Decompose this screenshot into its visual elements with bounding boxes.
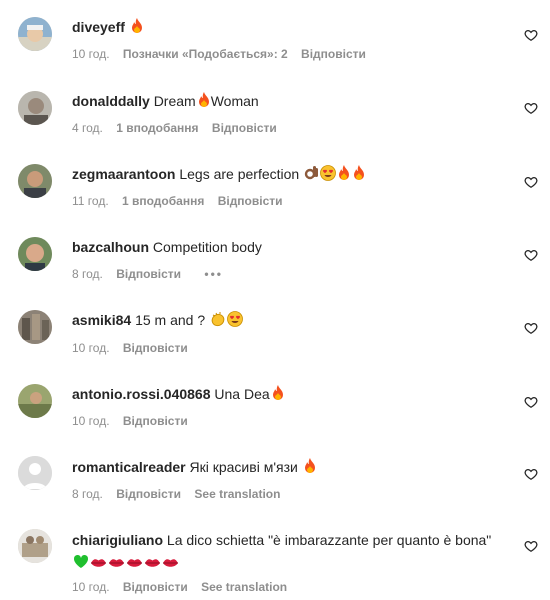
comment-text-line: zegmaarantoon Legs are perfection	[72, 165, 502, 185]
reply-button[interactable]: Відповісти	[212, 121, 277, 135]
comment-text: Una Dea	[214, 386, 270, 402]
heart-eyes-icon	[320, 165, 337, 185]
reply-button[interactable]: Відповісти	[116, 267, 181, 281]
comment-text: Які красиві м'язи	[189, 459, 298, 475]
comment-time: 11 год.	[72, 194, 109, 208]
comment-text: La dico schietta "è imbarazzante per qua…	[166, 532, 492, 548]
more-options-icon[interactable]: •••	[204, 267, 223, 281]
likes-count-button[interactable]: 1 вподобання	[122, 194, 204, 208]
lips-icon	[144, 553, 161, 575]
fire-icon	[352, 165, 366, 185]
likes-count-button[interactable]: Позначки «Подобається»: 2	[123, 47, 288, 61]
avatar[interactable]	[18, 164, 52, 198]
see-translation-button[interactable]: See translation	[201, 580, 287, 594]
lips-icon	[108, 553, 125, 575]
heart-outline-icon[interactable]	[524, 175, 538, 189]
comment-meta: 10 год. Позначки «Подобається»: 2 Відпов…	[72, 47, 376, 61]
avatar[interactable]	[18, 529, 52, 563]
clap-icon	[210, 311, 226, 331]
comment-text-line: romanticalreader Які красиві м'язи	[72, 458, 502, 478]
comment-username[interactable]: donalddally	[72, 93, 150, 109]
comment-time: 8 год.	[72, 487, 103, 501]
avatar[interactable]	[18, 17, 52, 51]
reply-button[interactable]: Відповісти	[218, 194, 283, 208]
comment-text: Legs are perfection	[179, 166, 300, 182]
heart-outline-icon[interactable]	[524, 395, 538, 409]
comment-text-line: diveyeff	[72, 18, 502, 38]
avatar[interactable]	[18, 91, 52, 125]
avatar[interactable]	[18, 310, 52, 344]
reply-button[interactable]: Відповісти	[116, 487, 181, 501]
comment-username[interactable]: romanticalreader	[72, 459, 186, 475]
reply-button[interactable]: Відповісти	[123, 341, 188, 355]
ok-hand-icon	[304, 165, 319, 185]
comment-meta: 10 год. Відповісти	[72, 414, 198, 428]
comment-time: 4 год.	[72, 121, 103, 135]
comment-meta: 10 год. Відповісти	[72, 341, 198, 355]
lips-icon	[126, 553, 143, 575]
heart-outline-icon[interactable]	[524, 321, 538, 335]
comment-time: 10 год.	[72, 341, 110, 355]
comment-username[interactable]: asmiki84	[72, 312, 131, 328]
comment-meta: 8 год. Відповісти •••	[72, 267, 233, 281]
reply-button[interactable]: Відповісти	[123, 414, 188, 428]
avatar[interactable]	[18, 237, 52, 271]
green-heart-icon	[73, 553, 89, 575]
fire-icon	[197, 92, 211, 112]
heart-eyes-icon	[227, 311, 243, 331]
comment-time: 10 год.	[72, 47, 110, 61]
fire-icon	[130, 18, 144, 38]
comment-time: 10 год.	[72, 580, 110, 594]
heart-outline-icon[interactable]	[524, 28, 538, 42]
comments-list: diveyeff 10 год. Позначки «Подобається»:…	[0, 0, 550, 600]
avatar[interactable]	[18, 456, 52, 490]
comment-text: 15 m and ?	[135, 312, 206, 328]
reply-button[interactable]: Відповісти	[123, 580, 188, 594]
comment-meta: 4 год. 1 вподобання Відповісти	[72, 121, 287, 135]
comment-text-line: chiarigiuliano La dico schietta "è imbar…	[72, 529, 502, 575]
heart-outline-icon[interactable]	[524, 539, 538, 553]
fire-icon	[303, 458, 317, 478]
comment-username[interactable]: diveyeff	[72, 19, 125, 35]
comment-meta: 10 год. Відповісти See translation	[72, 580, 297, 594]
comment-text: Dream	[153, 93, 196, 109]
comment-text-line: asmiki84 15 m and ?	[72, 311, 502, 331]
comment-username[interactable]: zegmaarantoon	[72, 166, 175, 182]
heart-outline-icon[interactable]	[524, 467, 538, 481]
comment-text-continued: Woman	[210, 93, 259, 109]
comment-text-line: bazcalhoun Competition body	[72, 238, 502, 256]
comment-text-line: donalddally Dream Woman	[72, 92, 502, 112]
likes-count-button[interactable]: 1 вподобання	[116, 121, 198, 135]
comment-username[interactable]: antonio.rossi.040868	[72, 386, 211, 402]
fire-icon	[337, 165, 351, 185]
comment-meta: 11 год. 1 вподобання Відповісти	[72, 194, 293, 208]
comment-username[interactable]: chiarigiuliano	[72, 532, 163, 548]
comment-meta: 8 год. Відповісти See translation	[72, 487, 290, 501]
heart-outline-icon[interactable]	[524, 101, 538, 115]
comment-time: 10 год.	[72, 414, 110, 428]
heart-outline-icon[interactable]	[524, 248, 538, 262]
comment-time: 8 год.	[72, 267, 103, 281]
comment-text: Competition body	[152, 239, 262, 255]
reply-button[interactable]: Відповісти	[301, 47, 366, 61]
comment-username[interactable]: bazcalhoun	[72, 239, 149, 255]
lips-icon	[162, 553, 179, 575]
avatar[interactable]	[18, 384, 52, 418]
see-translation-button[interactable]: See translation	[194, 487, 280, 501]
comment-text-line: antonio.rossi.040868 Una Dea	[72, 385, 502, 405]
lips-icon	[90, 553, 107, 575]
fire-icon	[271, 385, 285, 405]
